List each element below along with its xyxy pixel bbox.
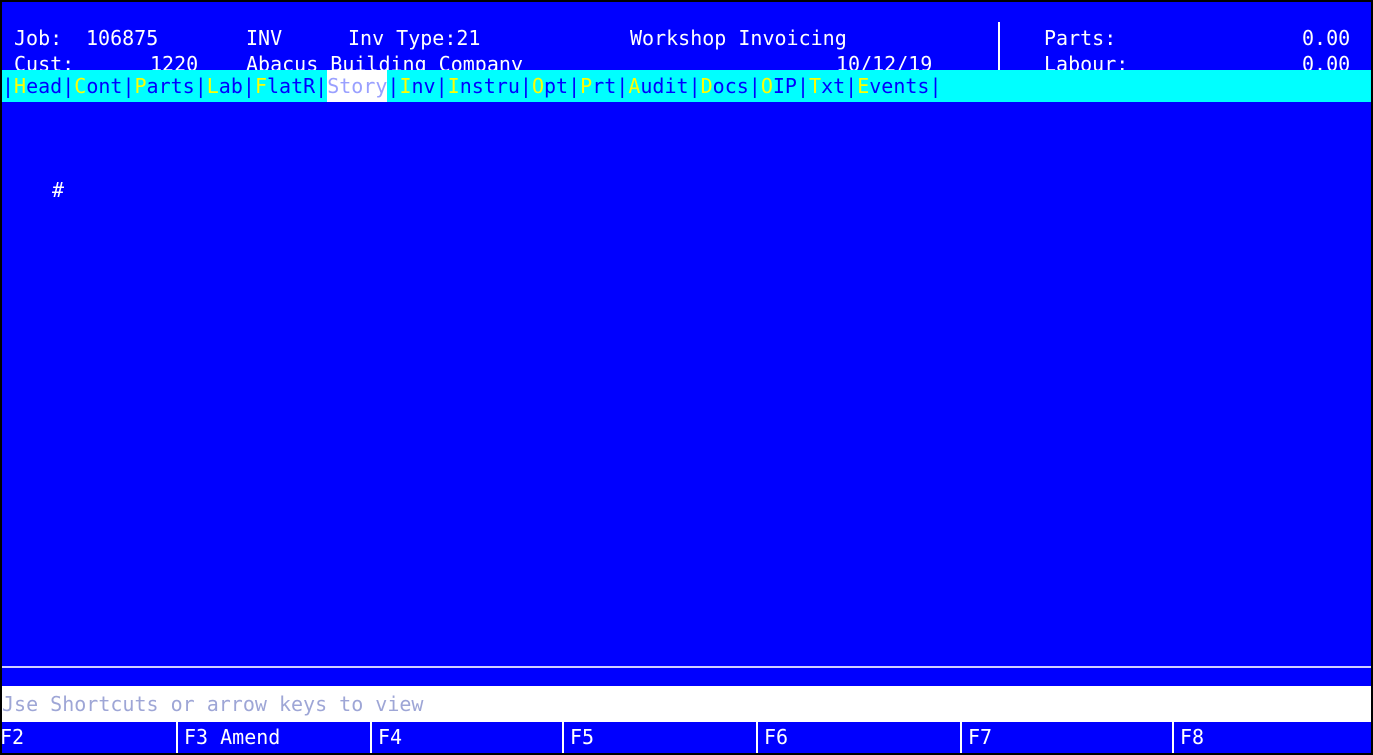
- tab-hotkey: L: [206, 74, 219, 98]
- tab-hotkey: E: [857, 74, 870, 98]
- function-key-name: F7: [968, 725, 993, 749]
- function-key-f2[interactable]: F2: [0, 722, 176, 753]
- tab-txt[interactable]: Txt: [809, 70, 845, 102]
- tab-oip[interactable]: OIP: [761, 70, 797, 102]
- tab-separator: |: [568, 74, 581, 98]
- tab-hotkey: A: [628, 74, 641, 98]
- tab-hotkey: T: [809, 74, 822, 98]
- tab-hotkey: F: [254, 74, 267, 98]
- function-key-label: Amend: [208, 725, 281, 749]
- tab-separator: |: [435, 74, 448, 98]
- tab-separator: |: [387, 74, 400, 98]
- function-key-f8[interactable]: F8: [1172, 722, 1371, 753]
- tab-label: nstru: [459, 74, 520, 98]
- terminal-screen: Job: 106875 INV Inv Type:21 Workshop Inv…: [0, 0, 1373, 755]
- tab-separator: |: [2, 74, 15, 98]
- module-title: Workshop Invoicing: [630, 26, 847, 50]
- tab-prt[interactable]: Prt: [580, 70, 616, 102]
- function-key-f4[interactable]: F4: [370, 722, 562, 753]
- function-key-name: F3: [184, 725, 209, 749]
- tab-label: vents: [869, 74, 930, 98]
- function-key-name: F5: [570, 725, 595, 749]
- tab-inv[interactable]: Inv: [399, 70, 435, 102]
- tab-separator: |: [315, 74, 328, 98]
- tab-flatr[interactable]: FlatR: [255, 70, 315, 102]
- tab-label: xt: [821, 74, 846, 98]
- tab-hotkey: S: [327, 74, 340, 98]
- tab-separator: |: [796, 74, 810, 98]
- function-key-name: F8: [1180, 725, 1205, 749]
- function-key-f7[interactable]: F7: [960, 722, 1172, 753]
- tab-label: latR: [266, 74, 316, 98]
- tab-story[interactable]: Story: [327, 70, 388, 102]
- tab-hotkey: I: [399, 74, 412, 98]
- tab-cont[interactable]: Cont: [74, 70, 122, 102]
- tab-label: IP: [772, 74, 797, 98]
- function-key-bar: F2 F3 Amend F4 F5 F6 F7 F8: [2, 722, 1371, 753]
- tab-separator: |: [194, 74, 207, 98]
- tab-hotkey: I: [447, 74, 460, 98]
- tab-hotkey: P: [580, 74, 593, 98]
- tab-hotkey: O: [531, 74, 545, 98]
- function-key-f5[interactable]: F5: [562, 722, 756, 753]
- tab-opt[interactable]: Opt: [532, 70, 568, 102]
- header-divider: [998, 22, 1000, 72]
- tab-parts[interactable]: Parts: [134, 70, 194, 102]
- tab-separator: |: [616, 74, 629, 98]
- tab-label: ont: [86, 74, 123, 98]
- tab-hotkey: C: [74, 74, 87, 98]
- tab-separator: |: [122, 74, 135, 98]
- tab-label: ocs: [712, 74, 749, 98]
- tab-head[interactable]: Head: [14, 70, 62, 102]
- status-message: Jse Shortcuts or arrow keys to view: [2, 686, 1371, 722]
- tab-label: nv: [411, 74, 436, 98]
- tab-docs[interactable]: Docs: [701, 70, 749, 102]
- tab-label: ab: [218, 74, 243, 98]
- tab-separator: |: [62, 74, 75, 98]
- tab-separator: |: [242, 74, 255, 98]
- tab-label: arts: [146, 74, 195, 98]
- story-cursor-marker: #: [52, 178, 65, 202]
- tab-label: rt: [592, 74, 617, 98]
- tab-label: tory: [339, 74, 388, 98]
- tab-separator: |: [688, 74, 701, 98]
- tab-hotkey: D: [700, 74, 713, 98]
- job-number[interactable]: 106875: [86, 22, 158, 54]
- function-key-f3[interactable]: F3 Amend: [176, 722, 370, 753]
- tab-audit[interactable]: Audit: [628, 70, 688, 102]
- function-key-f6[interactable]: F6: [756, 722, 960, 753]
- tab-separator: |: [519, 74, 532, 98]
- tab-hotkey: P: [134, 74, 147, 98]
- tab-hotkey: O: [760, 74, 773, 98]
- tab-lab[interactable]: Lab: [207, 70, 243, 102]
- function-key-name: F6: [764, 725, 789, 749]
- tab-separator: |: [929, 74, 942, 98]
- tab-separator: |: [748, 74, 761, 98]
- tab-label: ead: [26, 74, 63, 98]
- tab-hotkey: H: [14, 74, 27, 98]
- content-divider: [2, 666, 1371, 668]
- tab-events[interactable]: Events: [857, 70, 929, 102]
- tab-bar: | Head | Cont | Parts | Lab | FlatR | Story | Inv | Ins…: [2, 70, 1371, 102]
- tab-label: udit: [640, 74, 689, 98]
- tab-separator: |: [845, 74, 858, 98]
- tab-instru[interactable]: Instru: [448, 70, 520, 102]
- function-key-name: F2: [0, 725, 25, 749]
- tab-label: pt: [544, 74, 569, 98]
- function-key-name: F4: [378, 725, 403, 749]
